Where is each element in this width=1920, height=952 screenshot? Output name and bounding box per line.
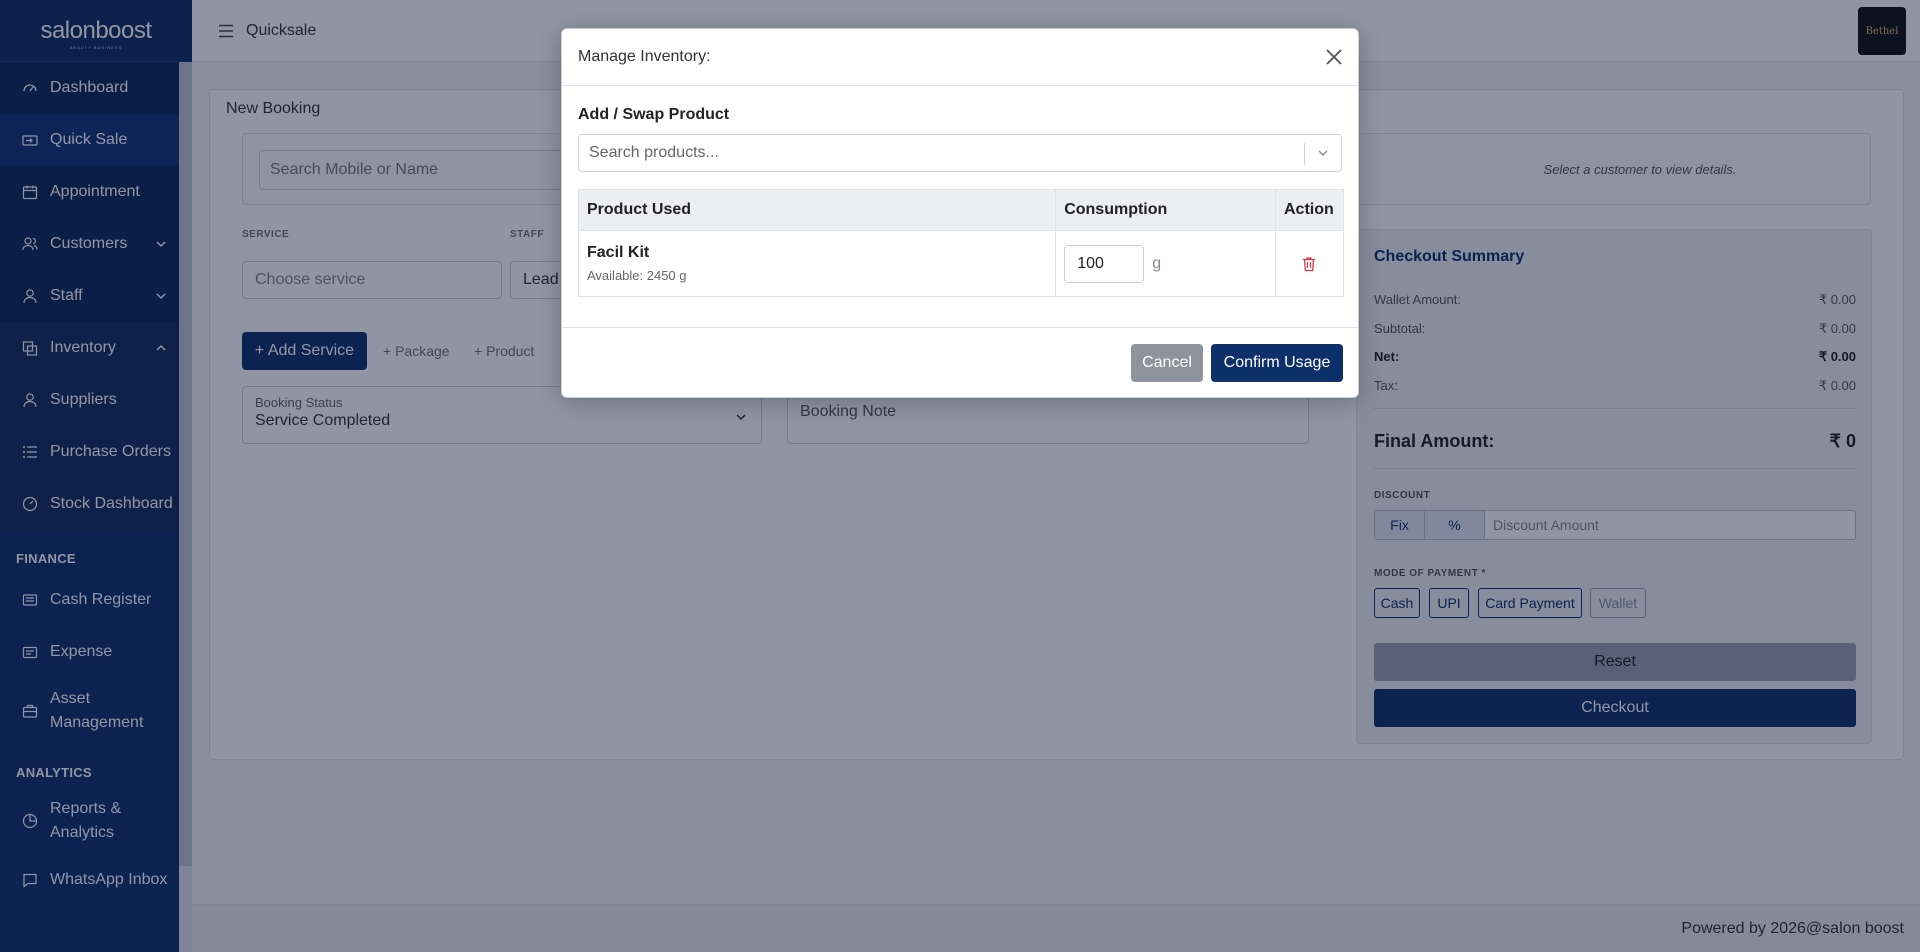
product-name: Facil Kit — [587, 244, 650, 261]
action-cell — [1274, 230, 1345, 297]
column-header: Product Used — [577, 189, 1057, 231]
modal-title: Manage Inventory: — [578, 48, 711, 65]
modal-header: Manage Inventory: — [562, 29, 1358, 86]
modal-footer: Cancel Confirm Usage — [562, 327, 1358, 399]
close-icon[interactable] — [1324, 47, 1344, 67]
manage-inventory-modal: Manage Inventory: Add / Swap Product Sea… — [561, 28, 1359, 398]
chevron-down-icon — [1318, 150, 1328, 156]
consumption-unit: g — [1152, 254, 1162, 272]
column-header: Consumption — [1055, 189, 1276, 231]
product-search-select[interactable]: Search products... — [578, 134, 1342, 172]
product-cell: Facil Kit Available: 2450 g — [577, 230, 1057, 297]
table-header-row: Product Used Consumption Action — [577, 189, 1345, 231]
select-separator — [1304, 143, 1305, 165]
modal-subheading: Add / Swap Product — [578, 106, 730, 123]
product-search-placeholder: Search products... — [589, 144, 719, 161]
consumption-cell: 100 g — [1055, 230, 1276, 297]
inventory-table: Product Used Consumption Action Facil Ki… — [577, 189, 1345, 297]
modal-body: Add / Swap Product Search products... Pr… — [577, 86, 1345, 297]
product-available: Available: 2450 g — [587, 268, 687, 283]
trash-icon[interactable] — [1302, 256, 1316, 272]
cancel-button[interactable]: Cancel — [1131, 344, 1203, 382]
column-header: Action — [1274, 189, 1345, 231]
confirm-usage-button[interactable]: Confirm Usage — [1211, 344, 1343, 382]
consumption-input[interactable]: 100 — [1064, 244, 1145, 283]
table-row: Facil Kit Available: 2450 g 100 g — [577, 230, 1345, 297]
